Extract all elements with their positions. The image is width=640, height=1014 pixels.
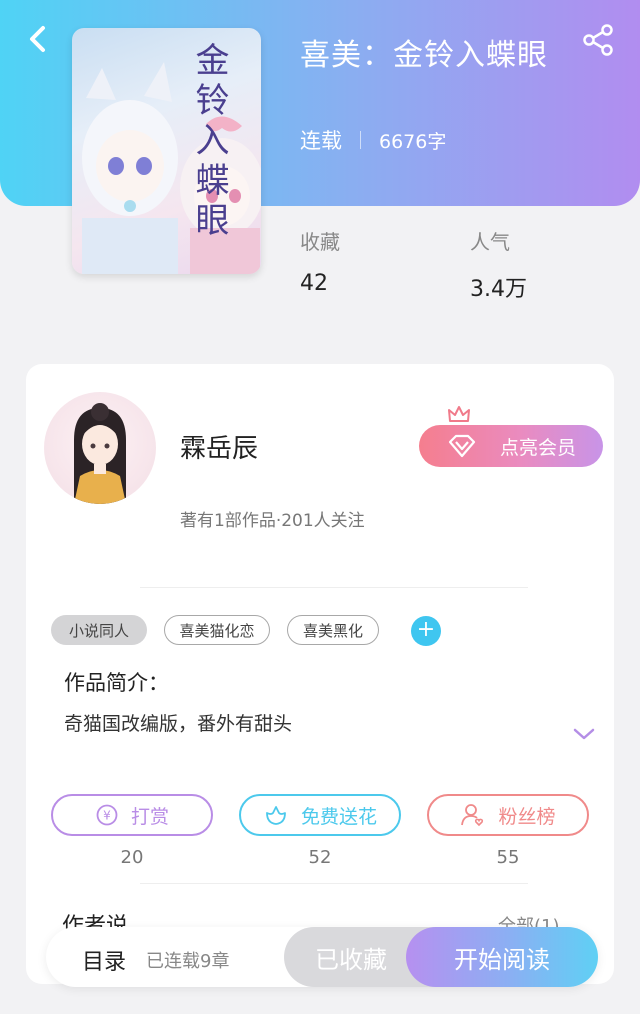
svg-text:¥: ¥ <box>103 809 111 823</box>
toc-button[interactable]: 目录 <box>82 944 126 976</box>
collected-label: 已收藏 <box>315 945 387 974</box>
stat-value: 42 <box>300 271 328 296</box>
fan-ranking-button[interactable]: 粉丝榜 <box>427 794 589 836</box>
status-divider <box>360 131 361 149</box>
tip-button[interactable]: ¥ 打赏 <box>51 794 213 836</box>
author-meta: 著有1部作品·201人关注 <box>180 511 365 531</box>
tag-label: 喜美黑化 <box>302 621 363 640</box>
serial-status: 连载 <box>300 129 342 153</box>
stat-label: 收藏 <box>300 230 340 254</box>
cover-title-text: 金铃入蝶眼 <box>189 42 229 242</box>
tag-label: 喜美猫化恋 <box>179 621 255 640</box>
author-avatar[interactable] <box>44 392 156 504</box>
send-flower-label: 免费送花 <box>300 805 377 828</box>
crown-icon <box>448 406 470 422</box>
stat-popularity: 人气 3.4万 <box>470 226 527 303</box>
tip-label: 打赏 <box>130 805 169 828</box>
tag-cat-romance[interactable]: 喜美猫化恋 <box>164 615 270 645</box>
avatar-illustration <box>74 403 126 504</box>
flower-count: 52 <box>308 847 332 868</box>
yen-icon: ¥ <box>96 804 118 826</box>
send-flower-button[interactable]: 免费送花 <box>239 794 401 836</box>
fan-user-icon <box>461 804 484 827</box>
stat-favorites: 收藏 42 <box>300 226 340 296</box>
author-name[interactable]: 霖岳辰 <box>180 428 258 465</box>
intro-heading: 作品简介： <box>64 671 169 695</box>
fan-count: 55 <box>496 847 520 868</box>
tag-novel-fanfic[interactable]: 小说同人 <box>51 615 147 645</box>
flower-icon <box>266 806 286 825</box>
tag-label: 小说同人 <box>68 621 129 640</box>
vip-button[interactable]: 点亮会员 <box>419 425 603 467</box>
book-title: 喜美：金铃入蝶眼 <box>300 38 548 73</box>
stat-value: 3.4万 <box>470 277 527 302</box>
start-reading-label: 开始阅读 <box>454 945 550 974</box>
word-count: 6676字 <box>379 130 447 153</box>
cover-illustration <box>82 62 261 274</box>
tip-count: 20 <box>120 847 144 868</box>
tag-dark[interactable]: 喜美黑化 <box>287 615 379 645</box>
vip-button-label: 点亮会员 <box>499 436 576 459</box>
back-button[interactable] <box>22 22 56 56</box>
chevron-left-icon <box>30 26 45 52</box>
plus-icon: + <box>416 617 436 642</box>
chevron-down-icon[interactable] <box>572 724 596 744</box>
start-reading-button[interactable]: 开始阅读 <box>406 927 598 987</box>
intro-text: 奇猫国改编版，番外有甜头 <box>64 713 293 735</box>
fan-ranking-label: 粉丝榜 <box>498 805 556 828</box>
book-cover[interactable]: 金铃入蝶眼 <box>72 28 261 274</box>
book-status-row: 连载 6676字 <box>300 125 446 155</box>
diamond-icon <box>448 434 476 458</box>
stat-label: 人气 <box>470 230 510 254</box>
chapter-count: 已连载9章 <box>146 951 230 972</box>
divider <box>140 587 528 588</box>
share-icon <box>583 24 613 56</box>
share-button[interactable] <box>580 22 616 58</box>
divider <box>140 883 528 884</box>
add-tag-button[interactable]: + <box>411 616 441 646</box>
